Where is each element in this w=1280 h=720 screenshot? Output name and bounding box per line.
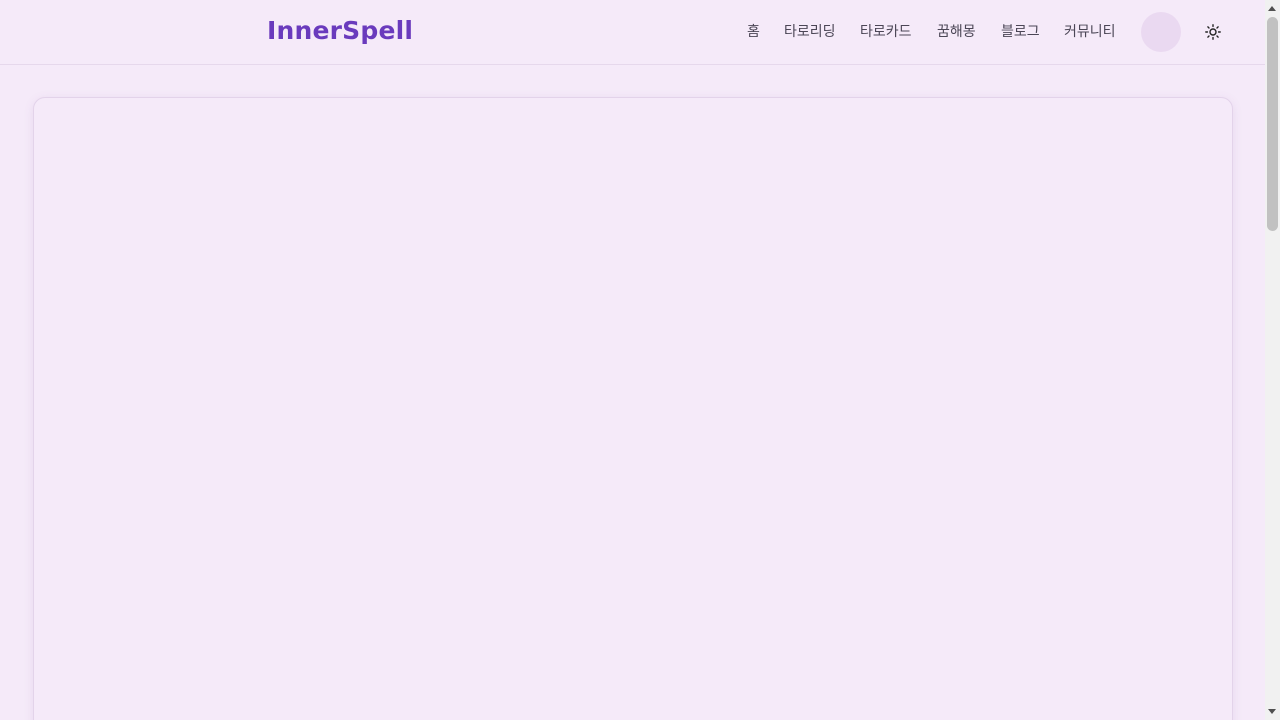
nav-item-tarot-reading[interactable]: 타로리딩 xyxy=(784,22,836,42)
site-header: InnerSpell 홈 타로리딩 타로카드 꿈해몽 블로그 커뮤니티 xyxy=(0,0,1265,65)
theme-toggle-button[interactable] xyxy=(1201,20,1225,44)
page: InnerSpell 홈 타로리딩 타로카드 꿈해몽 블로그 커뮤니티 xyxy=(0,0,1265,720)
nav-item-community[interactable]: 커뮤니티 xyxy=(1064,22,1116,42)
nav-item-tarot-cards[interactable]: 타로카드 xyxy=(860,22,912,42)
content-card xyxy=(33,97,1233,720)
nav-item-home[interactable]: 홈 xyxy=(747,22,760,42)
sun-icon xyxy=(1205,24,1221,40)
scroll-down-arrow-icon[interactable] xyxy=(1268,709,1276,714)
logo[interactable]: InnerSpell xyxy=(267,15,413,47)
vertical-scrollbar[interactable] xyxy=(1265,0,1280,720)
scroll-thumb[interactable] xyxy=(1267,17,1278,231)
avatar[interactable] xyxy=(1141,12,1181,52)
nav-item-dream-interpretation[interactable]: 꿈해몽 xyxy=(937,22,976,42)
nav-item-blog[interactable]: 블로그 xyxy=(1001,22,1040,42)
scroll-up-arrow-icon[interactable] xyxy=(1268,6,1276,11)
